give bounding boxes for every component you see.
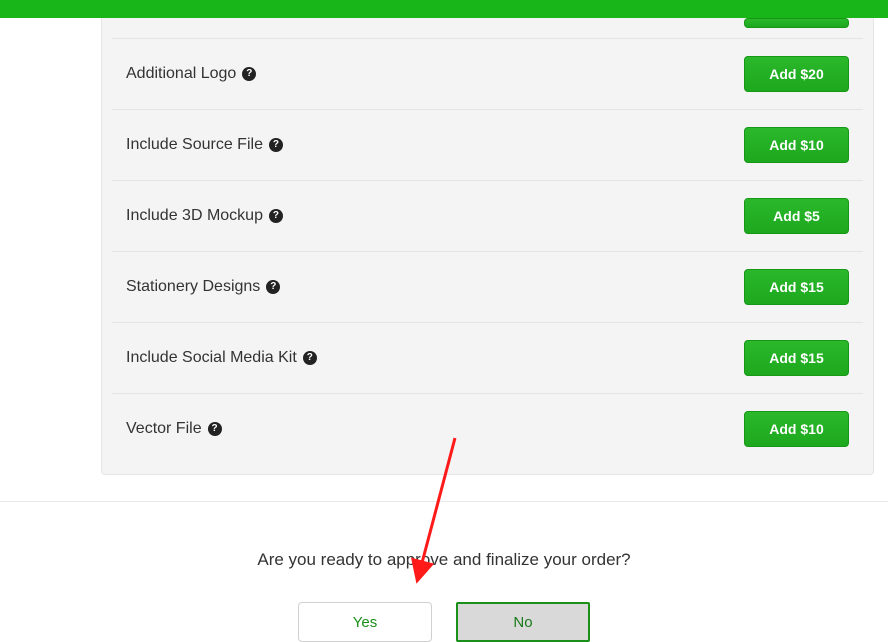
addon-text: Include 3D Mockup xyxy=(126,207,263,225)
add-button[interactable]: Add $10 xyxy=(744,127,849,163)
help-icon[interactable]: ? xyxy=(208,422,222,436)
addon-label: Include 3D Mockup ? xyxy=(126,207,283,225)
addon-text: Vector File xyxy=(126,420,202,438)
addon-text: Include Source File xyxy=(126,136,263,154)
add-button[interactable] xyxy=(744,18,849,28)
addon-text: Include Social Media Kit xyxy=(126,349,297,367)
help-icon[interactable]: ? xyxy=(269,209,283,223)
addon-label: Include Social Media Kit ? xyxy=(126,349,317,367)
addon-label: Include Source File ? xyxy=(126,136,283,154)
addon-row: Include 3D Mockup ? Add $5 xyxy=(112,181,863,252)
addon-row: Include Source File ? Add $10 xyxy=(112,110,863,181)
add-button[interactable]: Add $15 xyxy=(744,340,849,376)
add-button[interactable]: Add $20 xyxy=(744,56,849,92)
addon-label: Stationery Designs ? xyxy=(126,278,280,296)
no-button[interactable]: No xyxy=(456,602,590,642)
addon-text: Stationery Designs xyxy=(126,278,260,296)
add-button[interactable]: Add $15 xyxy=(744,269,849,305)
help-icon[interactable]: ? xyxy=(242,67,256,81)
yes-button[interactable]: Yes xyxy=(298,602,432,642)
top-bar xyxy=(0,0,888,18)
finalize-question: Are you ready to approve and finalize yo… xyxy=(0,550,888,570)
help-icon[interactable]: ? xyxy=(266,280,280,294)
addon-row: Include Social Media Kit ? Add $15 xyxy=(112,323,863,394)
help-icon[interactable]: ? xyxy=(269,138,283,152)
button-row: Yes No xyxy=(0,602,888,642)
addon-text: Additional Logo xyxy=(126,65,236,83)
addons-panel: Additional Logo ? Add $20 Include Source… xyxy=(101,18,874,475)
addon-row: Additional Logo ? Add $20 xyxy=(112,39,863,110)
addon-row xyxy=(112,18,863,39)
help-icon[interactable]: ? xyxy=(303,351,317,365)
addon-row: Stationery Designs ? Add $15 xyxy=(112,252,863,323)
addon-row: Vector File ? Add $10 xyxy=(112,394,863,464)
addon-label: Additional Logo ? xyxy=(126,65,256,83)
separator xyxy=(0,501,888,502)
finalize-section: Are you ready to approve and finalize yo… xyxy=(0,550,888,642)
add-button[interactable]: Add $10 xyxy=(744,411,849,447)
add-button[interactable]: Add $5 xyxy=(744,198,849,234)
addon-label: Vector File ? xyxy=(126,420,222,438)
